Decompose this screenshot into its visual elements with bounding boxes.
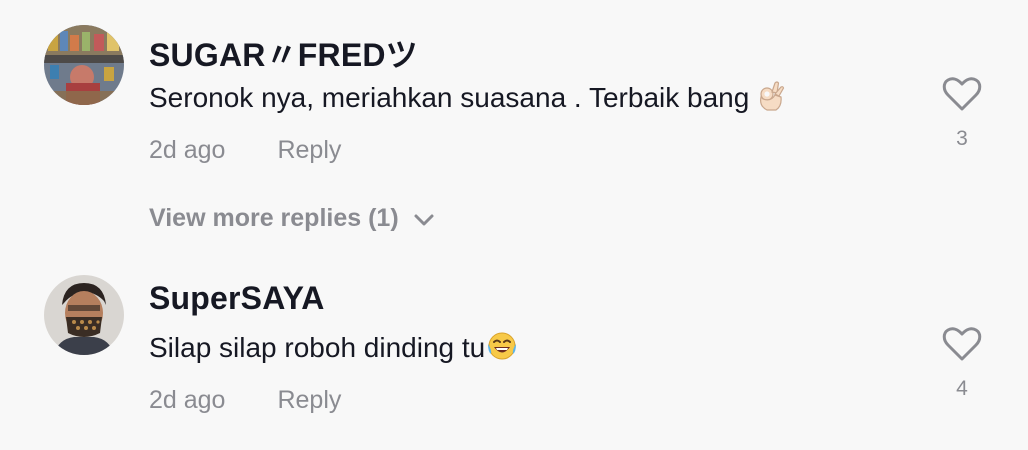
comment-username[interactable]: SuperSAYA (149, 280, 325, 317)
like-count: 3 (956, 127, 968, 150)
comment-username[interactable]: SUGAR〃FREDツ (149, 30, 418, 76)
view-more-replies-label: View more replies (1) (149, 204, 399, 232)
heart-outline-icon (942, 327, 982, 361)
comment-meta: 2d ago Reply (149, 136, 341, 165)
avatar[interactable] (44, 25, 124, 105)
comment-text-content: Silap silap roboh dinding tu (149, 331, 486, 363)
comment-item: SuperSAYA Silap silap roboh dinding tu 2… (0, 250, 1028, 450)
like-count: 4 (956, 377, 968, 400)
comment-text: Seronok nya, meriahkan suasana . Terbaik… (149, 80, 785, 119)
reply-button[interactable]: Reply (277, 136, 341, 164)
like-button[interactable] (940, 326, 984, 367)
like-button[interactable] (940, 76, 984, 117)
ok-hand-emoji (755, 80, 785, 119)
heart-outline-icon (942, 77, 982, 111)
avatar[interactable] (44, 275, 124, 355)
comment-timestamp: 2d ago (149, 136, 226, 164)
comment-item: SUGAR〃FREDツ Seronok nya, meriahkan suasa… (0, 0, 1028, 190)
tears-of-joy-emoji (486, 330, 518, 369)
chevron-down-icon (413, 205, 435, 234)
reply-button[interactable]: Reply (277, 386, 341, 414)
comment-text-content: Seronok nya, meriahkan suasana . Terbaik… (149, 81, 750, 113)
comment-meta: 2d ago Reply (149, 386, 341, 415)
comment-timestamp: 2d ago (149, 386, 226, 414)
view-more-replies-button[interactable]: View more replies (1) (149, 204, 435, 234)
comment-text: Silap silap roboh dinding tu (149, 330, 518, 369)
